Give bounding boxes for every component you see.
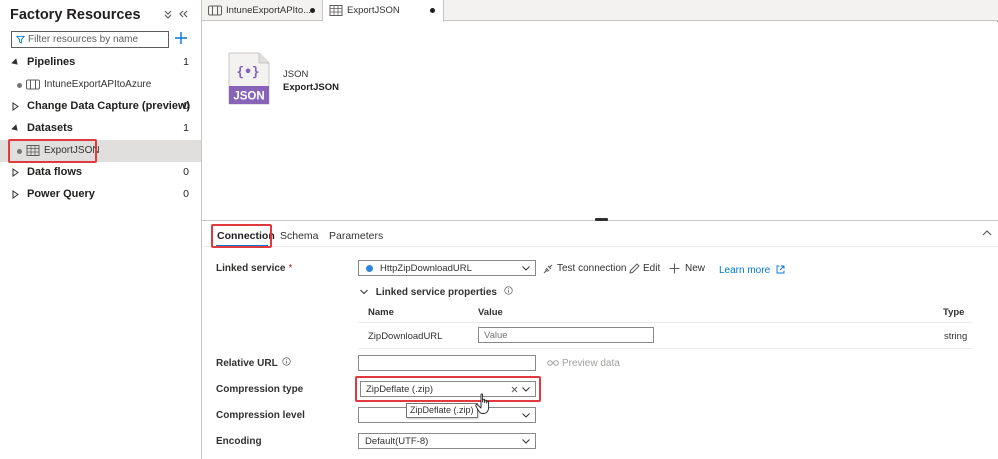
tree-section-label: Power Query: [27, 188, 95, 200]
relative-url-label: Relative URL: [216, 357, 291, 369]
table-row: ZipDownloadURL string: [358, 322, 972, 349]
tree-section-count: 0: [183, 188, 189, 200]
tab-label: ExportJSON: [347, 5, 400, 16]
edit-pencil-icon: [629, 263, 640, 274]
unsaved-dot-icon: [430, 8, 435, 13]
property-type: string: [944, 331, 968, 342]
linked-service-select[interactable]: HttpZipDownloadURL: [358, 260, 536, 276]
pipeline-icon: [208, 5, 222, 16]
highlight-box-compression-type: [355, 376, 541, 402]
plug-icon: [543, 264, 553, 274]
tab-intune-export-pipeline[interactable]: IntuneExportAPIto...: [202, 0, 323, 21]
tree-section-data-flows[interactable]: Data flows 0: [0, 162, 201, 184]
filter-resources-input-box[interactable]: [11, 31, 169, 48]
chevron-down-icon: [522, 439, 530, 444]
tree-section-label: Change Data Capture (preview): [27, 100, 191, 112]
properties-tabs: Connection Schema Parameters: [202, 221, 998, 247]
caret-collapsed-icon: [12, 190, 19, 199]
json-icon-label: JSON: [233, 91, 264, 103]
editor-tab-strip: IntuneExportAPIto... ExportJSON: [202, 0, 998, 22]
table-icon: [329, 5, 343, 16]
tree-section-power-query[interactable]: Power Query 0: [0, 184, 201, 206]
glasses-icon: [547, 360, 559, 366]
caret-collapsed-icon: [12, 102, 19, 111]
learn-more-link[interactable]: Learn more: [719, 264, 785, 276]
caret-collapsed-icon: [12, 168, 19, 177]
info-icon[interactable]: [504, 286, 513, 295]
column-header-value: Value: [478, 307, 503, 318]
filter-icon: [16, 35, 25, 44]
pipeline-icon: [26, 79, 40, 90]
chevron-up-icon[interactable]: [982, 229, 992, 236]
tree-item-label: IntuneExportAPItoAzure: [44, 79, 152, 90]
encoding-select[interactable]: Default(UTF-8): [358, 433, 536, 449]
encoding-label: Encoding: [216, 436, 262, 447]
tab-exportjson[interactable]: ExportJSON: [323, 0, 444, 22]
linked-service-properties-toggle[interactable]: Linked service properties: [360, 286, 513, 298]
tree-section-change-data-capture[interactable]: Change Data Capture (preview) 0: [0, 96, 201, 118]
unsaved-dot-icon: [310, 8, 315, 13]
caret-expanded-icon: [11, 58, 18, 65]
relative-url-input[interactable]: [358, 355, 536, 371]
collapse-panel-icon[interactable]: [177, 8, 189, 20]
tree-section-count: 0: [183, 166, 189, 178]
filter-resources-input[interactable]: [28, 33, 166, 46]
tree-section-count: 1: [183, 122, 189, 134]
encoding-value: Default(UTF-8): [365, 436, 429, 447]
test-connection-button[interactable]: Test connection: [542, 263, 627, 274]
json-dataset-icon: {•} JSON: [228, 52, 270, 105]
dataset-name: ExportJSON: [283, 82, 339, 93]
dataset-type: JSON: [283, 69, 309, 80]
tree-section-label: Pipelines: [27, 56, 76, 68]
tree-item-pipeline[interactable]: IntuneExportAPItoAzure: [0, 74, 201, 96]
column-header-type: Type: [943, 307, 965, 318]
required-mark: *: [288, 263, 293, 274]
svg-text:{•}: {•}: [236, 65, 259, 80]
highlight-box-connection: [211, 224, 272, 248]
property-name: ZipDownloadURL: [368, 331, 443, 342]
collapse-all-icon[interactable]: [162, 8, 174, 20]
chevron-down-icon: [522, 266, 530, 271]
chevron-down-icon: [360, 290, 368, 295]
add-icon: [669, 263, 680, 274]
edit-linked-service-button[interactable]: Edit: [629, 263, 660, 274]
http-linked-service-icon: [366, 265, 373, 272]
tree-section-datasets[interactable]: Datasets 1: [0, 118, 201, 140]
new-linked-service-button[interactable]: New: [669, 263, 705, 274]
tab-label: IntuneExportAPIto...: [226, 5, 312, 16]
compression-type-label: Compression type: [216, 384, 304, 395]
tree-section-pipelines[interactable]: Pipelines 1: [0, 52, 201, 74]
dataset-canvas: {•} JSON JSON ExportJSON: [202, 22, 998, 221]
linked-service-label: Linked service *: [216, 263, 293, 274]
tree-section-count: 0: [183, 100, 189, 112]
factory-resources-panel: Factory Resources Pipelines 1 IntuneExpo…: [0, 0, 202, 459]
tab-parameters[interactable]: Parameters: [329, 230, 383, 242]
compression-type-tooltip: ZipDeflate (.zip): [406, 403, 478, 418]
unsaved-dot-icon: [17, 83, 22, 88]
column-header-name: Name: [368, 307, 394, 318]
compression-level-label: Compression level: [216, 410, 305, 421]
properties-panel: Connection Schema Parameters Linked serv…: [202, 221, 998, 459]
tab-schema[interactable]: Schema: [280, 230, 319, 242]
tree-section-label: Data flows: [27, 166, 83, 178]
chevron-down-icon: [522, 413, 530, 418]
external-link-icon: [776, 265, 785, 274]
info-icon[interactable]: [282, 357, 291, 366]
caret-expanded-icon: [11, 124, 18, 131]
add-resource-icon[interactable]: [174, 31, 188, 45]
tree-section-label: Datasets: [27, 122, 73, 134]
panel-title: Factory Resources: [10, 7, 141, 23]
hand-cursor-icon: [475, 393, 490, 414]
highlight-box-dataset: [8, 139, 97, 163]
property-value-input[interactable]: [478, 327, 654, 343]
preview-data-button[interactable]: Preview data: [547, 358, 620, 369]
tree-section-count: 1: [183, 56, 189, 68]
linked-service-value: HttpZipDownloadURL: [380, 263, 472, 274]
